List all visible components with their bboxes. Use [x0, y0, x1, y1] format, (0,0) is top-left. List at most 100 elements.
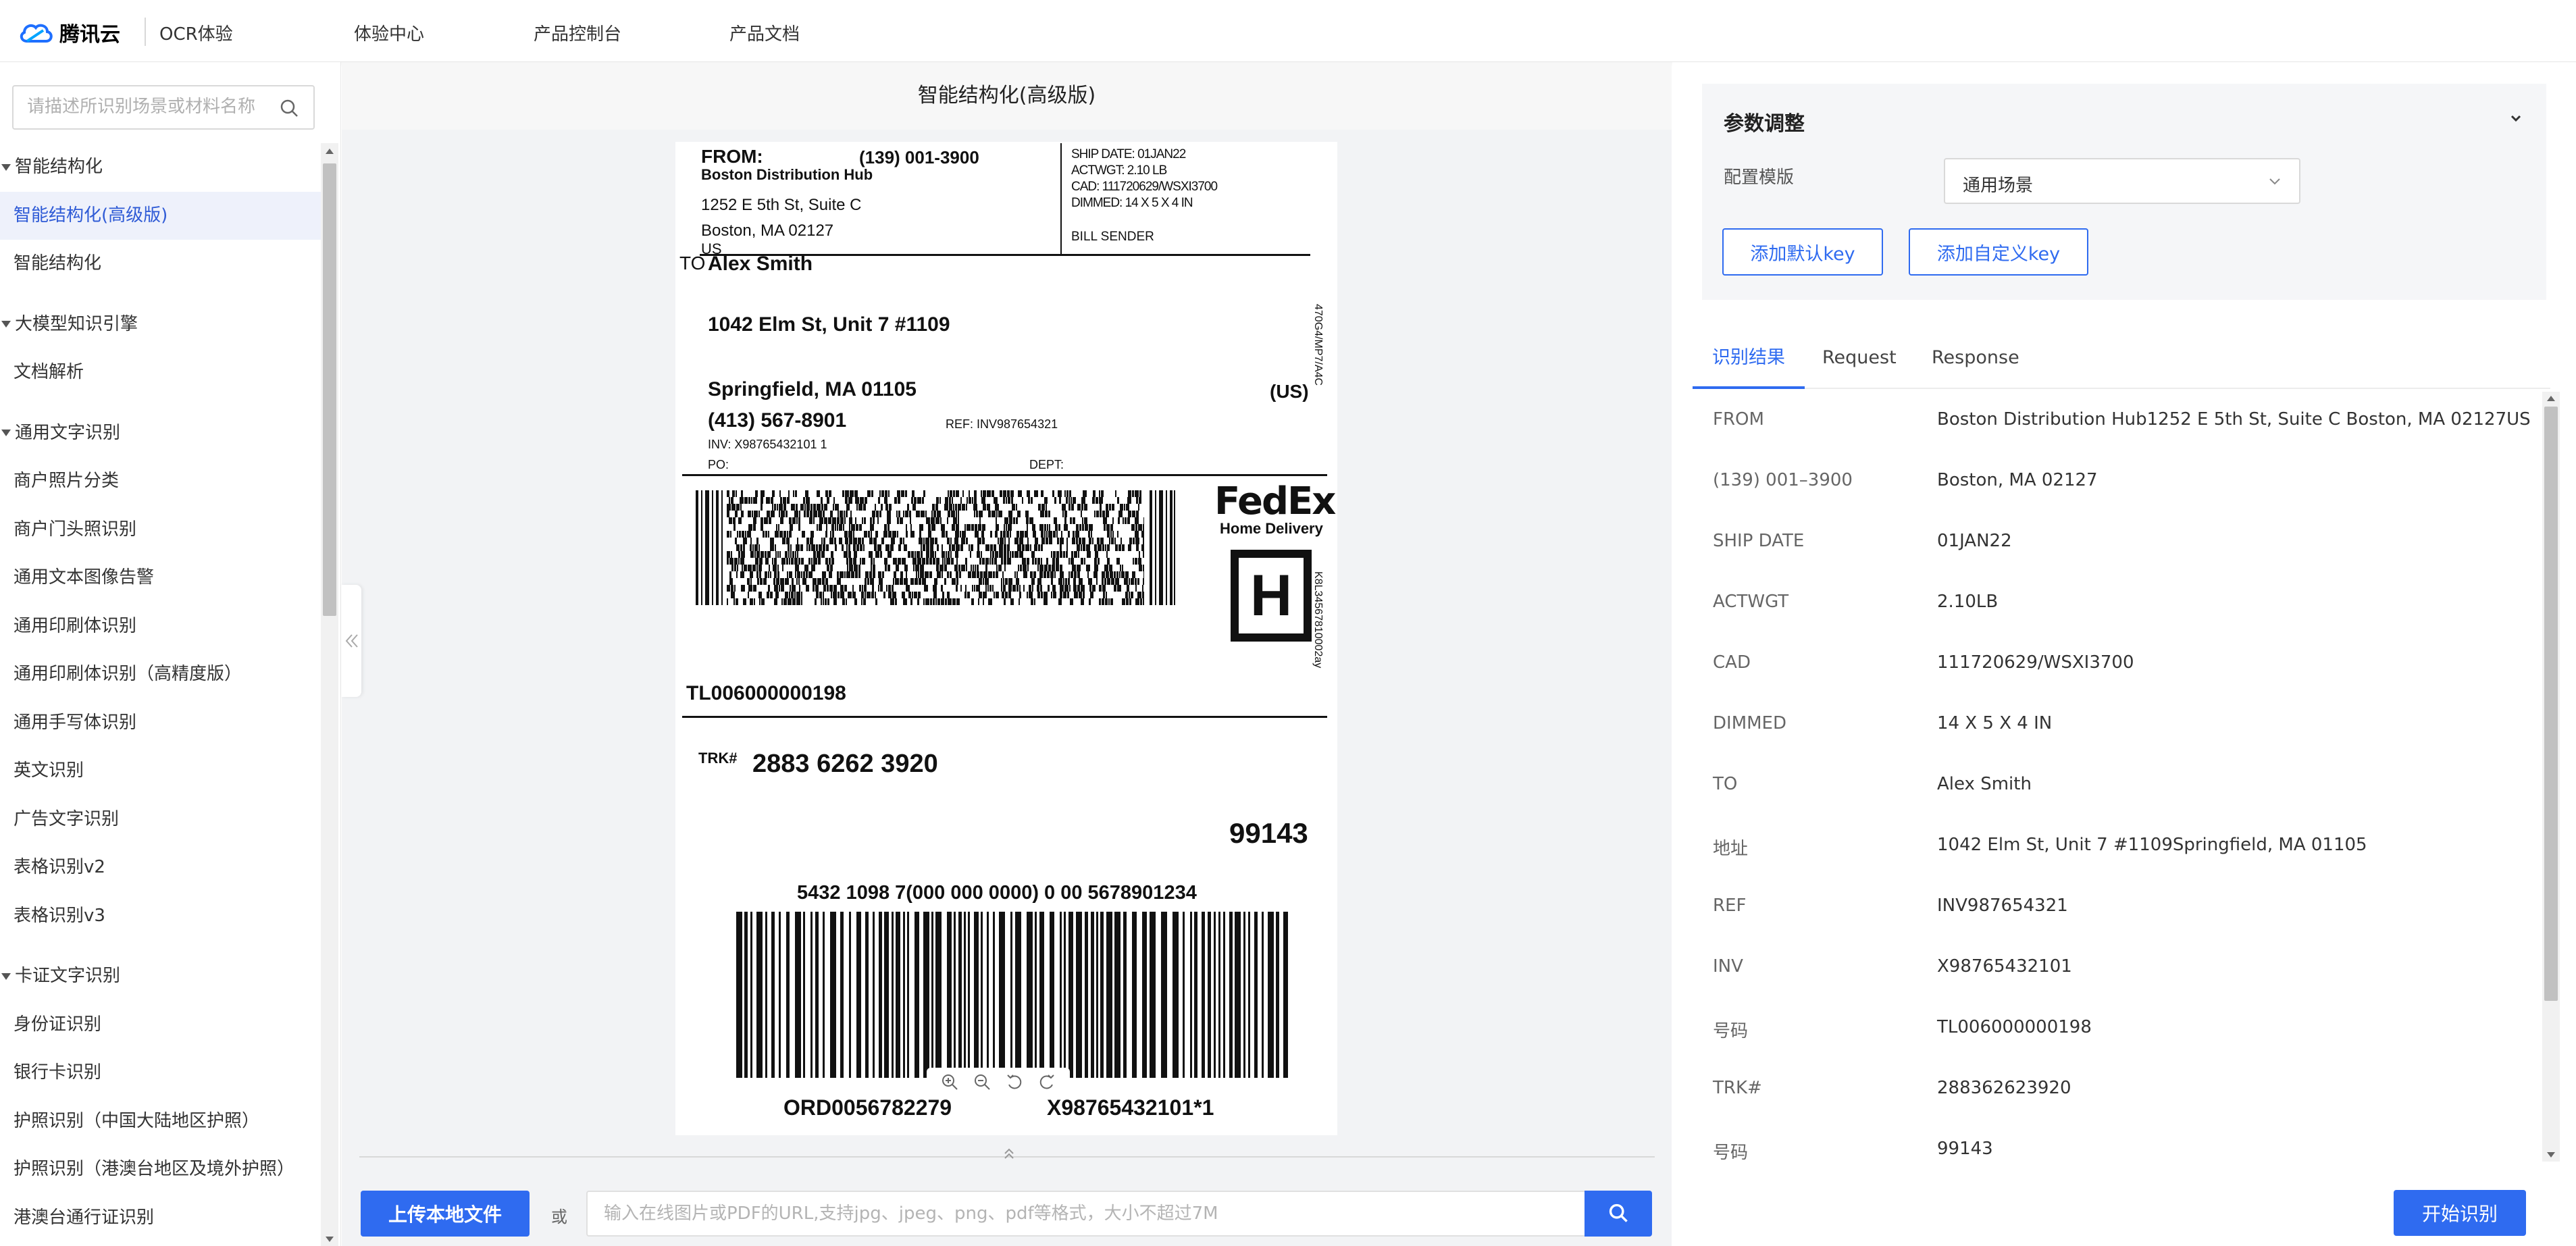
- sidebar-item-id-card[interactable]: 身份证识别: [0, 1001, 321, 1049]
- table-row: 号码 TL006000000198: [1713, 1017, 2092, 1041]
- scrollbar-thumb[interactable]: [323, 163, 336, 616]
- sidebar-group-general-ocr[interactable]: 通用文字识别: [0, 409, 321, 458]
- rotate-left-icon[interactable]: [1005, 1072, 1024, 1091]
- label-from-name: Boston Distribution Hub: [701, 166, 873, 183]
- sidebar-item-printed-accurate[interactable]: 通用印刷体识别（高精度版）: [0, 650, 321, 699]
- image-url-input[interactable]: [586, 1191, 1586, 1237]
- table-row: 地址 1042 Elm St, Unit 7 #1109Springfield, …: [1713, 835, 2367, 859]
- label-tl-code: TL006000000198: [686, 682, 846, 704]
- pdf417-barcode: [696, 490, 1177, 605]
- zoom-out-icon[interactable]: [973, 1072, 991, 1091]
- label-from-addr2: Boston, MA 02127: [701, 222, 834, 240]
- sidebar-item-table-v3[interactable]: 表格识别v3: [0, 892, 321, 941]
- sidebar-item-english[interactable]: 英文识别: [0, 747, 321, 796]
- sidebar-item-image-alarm[interactable]: 通用文本图像告警: [0, 554, 321, 602]
- caret-down-icon: [1, 321, 11, 328]
- sidebar-scrollbar[interactable]: [321, 143, 338, 1246]
- tencent-cloud-logo[interactable]: 腾讯云: [18, 18, 120, 47]
- table-row: TO Alex Smith: [1713, 774, 2032, 794]
- label-from: FROM:: [701, 146, 763, 167]
- search-icon: [1609, 1203, 1628, 1222]
- scene-sidebar: 智能结构化 智能结构化(高级版) 智能结构化 大模型知识引擎 文档解析 通用文字…: [0, 62, 341, 1246]
- sidebar-item-advert[interactable]: 广告文字识别: [0, 796, 321, 844]
- sidebar-item-merchant-photo[interactable]: 商户照片分类: [0, 457, 321, 506]
- upload-local-file-button[interactable]: 上传本地文件: [361, 1191, 530, 1237]
- image-toolbar: [927, 1068, 1070, 1096]
- product-name[interactable]: OCR体验: [159, 20, 233, 45]
- h-badge-icon: H: [1231, 550, 1312, 642]
- chevron-down-icon: [2269, 178, 2280, 185]
- label-dimmed: DIMMED: 14 X 5 X 4 IN: [1071, 196, 1193, 210]
- label-from-phone: (139) 001-3900: [859, 147, 979, 167]
- sidebar-item-smart-structure-advanced[interactable]: 智能结构化(高级版): [0, 191, 321, 240]
- shipping-label-image: FROM: (139) 001-3900 Boston Distribution…: [675, 142, 1337, 1135]
- sidebar-item-passport-cn[interactable]: 护照识别（中国大陆地区护照）: [0, 1097, 321, 1146]
- sidebar-item-printed[interactable]: 通用印刷体识别: [0, 602, 321, 651]
- scroll-up-icon[interactable]: [2547, 396, 2555, 401]
- label-line: [682, 474, 1327, 476]
- nav-experience-center[interactable]: 体验中心: [354, 20, 424, 45]
- caret-down-icon: [1, 163, 11, 171]
- table-row: DIMMED 14 X 5 X 4 IN: [1713, 713, 2053, 733]
- sidebar-item-smart-structure[interactable]: 智能结构化: [0, 240, 321, 288]
- url-search-button[interactable]: [1585, 1191, 1652, 1237]
- sidebar-item-bank-card[interactable]: 银行卡识别: [0, 1049, 321, 1097]
- h-mark: H: [1250, 563, 1293, 628]
- sidebar-group-card-ocr[interactable]: 卡证文字识别: [0, 952, 321, 1001]
- result-panel: 参数调整 配置模版 通用场景 添加默认key 添加自定义key 识别结果 Req…: [1672, 62, 2576, 1246]
- nav-product-docs[interactable]: 产品文档: [729, 20, 800, 45]
- result-scrollbar[interactable]: [2542, 392, 2560, 1162]
- tab-result[interactable]: 识别结果: [1693, 331, 1805, 389]
- label-to-country: (US): [1270, 381, 1309, 402]
- tab-response[interactable]: Response: [1932, 331, 2019, 389]
- label-to-addr1: 1042 Elm St, Unit 7 #1109: [708, 313, 950, 336]
- scroll-down-icon[interactable]: [326, 1237, 334, 1242]
- sidebar-item-handwriting[interactable]: 通用手写体识别: [0, 699, 321, 748]
- scroll-up-icon[interactable]: [326, 149, 334, 154]
- sidebar-item-storefront[interactable]: 商户门头照识别: [0, 506, 321, 554]
- label-dept: DEPT:: [1029, 458, 1064, 471]
- rotate-right-icon[interactable]: [1037, 1072, 1056, 1091]
- search-icon[interactable]: [280, 99, 299, 118]
- label-side-code-2: K8L34567810002ay: [1312, 571, 1324, 669]
- brand-name: 腾讯云: [59, 23, 120, 47]
- label-zip: 99143: [1229, 817, 1308, 849]
- sidebar-item-doc-parse[interactable]: 文档解析: [0, 348, 321, 397]
- cloud-logo-icon: [20, 24, 53, 43]
- add-custom-key-button[interactable]: 添加自定义key: [1909, 228, 2088, 276]
- double-chevron-up-icon[interactable]: [1001, 1145, 1017, 1162]
- preview-title: 智能结构化(高级版): [342, 62, 1672, 130]
- sidebar-group-llm-knowledge[interactable]: 大模型知识引擎: [0, 301, 321, 349]
- table-row: SHIP DATE 01JAN22: [1713, 531, 2012, 551]
- sidebar-group-smart-structure[interactable]: 智能结构化: [0, 143, 321, 192]
- scene-list: 智能结构化 智能结构化(高级版) 智能结构化 大模型知识引擎 文档解析 通用文字…: [0, 143, 321, 1242]
- label-ord: ORD0056782279: [783, 1095, 952, 1120]
- nav-product-console[interactable]: 产品控制台: [534, 20, 621, 45]
- or-text: 或: [551, 1208, 567, 1226]
- label-to-name: Alex Smith: [708, 253, 813, 275]
- label-divider: [1060, 143, 1062, 255]
- tab-request[interactable]: Request: [1822, 331, 1897, 389]
- table-row: REF INV987654321: [1713, 895, 2068, 916]
- label-to: TO: [679, 253, 706, 274]
- table-row: (139) 001–3900 Boston, MA 02127: [1713, 470, 2098, 490]
- chevron-down-icon[interactable]: [2508, 111, 2523, 126]
- sidebar-item-hk-macau-pass[interactable]: 港澳台通行证识别: [0, 1194, 321, 1243]
- start-recognition-button[interactable]: 开始识别: [2394, 1190, 2526, 1236]
- sidebar-item-table-v2[interactable]: 表格识别v2: [0, 843, 321, 892]
- label-from-addr1: 1252 E 5th St, Suite C: [701, 196, 862, 214]
- template-select[interactable]: 通用场景: [1944, 158, 2300, 204]
- scrollbar-thumb[interactable]: [2544, 407, 2558, 1001]
- template-value: 通用场景: [1963, 176, 2034, 196]
- label-trk-label: TRK#: [698, 750, 738, 767]
- double-chevron-left-icon: [345, 634, 358, 648]
- add-default-key-button[interactable]: 添加默认key: [1722, 228, 1883, 276]
- scroll-down-icon[interactable]: [2547, 1152, 2555, 1158]
- collapse-sidebar-toggle[interactable]: [341, 585, 361, 697]
- label-po: PO:: [708, 458, 729, 471]
- zoom-in-icon[interactable]: [940, 1072, 959, 1091]
- label-barcode-number: 5432 1098 7(000 000 0000) 0 00 567890123…: [797, 882, 1197, 904]
- label-ref: REF: INV987654321: [946, 417, 1058, 431]
- scene-search-input[interactable]: [14, 86, 263, 127]
- sidebar-item-passport-foreign[interactable]: 护照识别（港澳台地区及境外护照）: [0, 1145, 321, 1194]
